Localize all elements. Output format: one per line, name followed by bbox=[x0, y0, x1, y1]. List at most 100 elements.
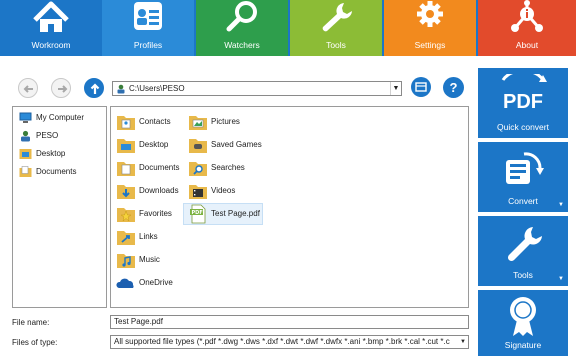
forward-button[interactable] bbox=[51, 78, 71, 98]
arrow-up-icon bbox=[90, 83, 100, 94]
tab-profiles[interactable]: Profiles bbox=[102, 0, 194, 56]
file-item-test-page-pdf[interactable]: PDF Test Page.pdf bbox=[183, 203, 263, 225]
file-item-label: Desktop bbox=[139, 140, 169, 149]
question-mark-icon: ? bbox=[449, 80, 458, 95]
caret-down-icon: ▼ bbox=[558, 202, 564, 208]
file-item-pictures[interactable]: Pictures bbox=[188, 112, 264, 132]
tab-workroom[interactable]: Workroom bbox=[0, 0, 102, 56]
saved-games-folder-icon bbox=[189, 139, 207, 153]
ribbon-badge-icon bbox=[510, 297, 536, 336]
contacts-folder-icon bbox=[117, 116, 135, 130]
tab-profiles-label: Profiles bbox=[133, 40, 163, 50]
path-value: C:\Users\PESO bbox=[129, 84, 185, 93]
file-type-select[interactable]: All supported file types (*.pdf *.dwg *.… bbox=[110, 335, 469, 349]
tab-settings[interactable]: Settings bbox=[384, 0, 476, 56]
user-folder-icon bbox=[117, 84, 125, 94]
favorites-folder-icon bbox=[117, 208, 135, 222]
documents-folder-icon bbox=[117, 162, 135, 176]
quick-convert-label: Quick convert bbox=[497, 122, 549, 132]
wrench-icon bbox=[322, 3, 352, 32]
file-item-label: OneDrive bbox=[139, 278, 173, 287]
searches-folder-icon bbox=[189, 162, 207, 176]
convert-icon bbox=[506, 152, 544, 184]
convert-label: Convert bbox=[508, 196, 538, 206]
tab-watchers[interactable]: Watchers bbox=[196, 0, 288, 56]
user-folder-icon bbox=[21, 130, 30, 142]
tab-tools[interactable]: Tools bbox=[290, 0, 382, 56]
chevron-down-icon: ▼ bbox=[458, 336, 468, 348]
home-icon bbox=[33, 1, 69, 32]
file-item-saved-games[interactable]: Saved Games bbox=[188, 135, 268, 155]
file-name-value: Test Page.pdf bbox=[114, 317, 163, 326]
links-folder-icon bbox=[117, 231, 135, 245]
pdf-icon: PDF bbox=[501, 74, 547, 113]
file-item-label: Links bbox=[139, 232, 158, 241]
file-item-label: Documents bbox=[139, 163, 180, 172]
file-item-downloads[interactable]: Downloads bbox=[116, 181, 188, 201]
tab-workroom-label: Workroom bbox=[31, 40, 71, 50]
file-item-label: Saved Games bbox=[211, 140, 262, 149]
view-mode-button[interactable] bbox=[411, 77, 431, 97]
file-item-label: Videos bbox=[211, 186, 236, 195]
signature-label: Signature bbox=[504, 340, 542, 350]
file-type-value: All supported file types (*.pdf *.dwg *.… bbox=[114, 337, 450, 346]
desktop-folder-icon bbox=[19, 149, 32, 159]
svg-text:PDF: PDF bbox=[503, 91, 543, 113]
file-item-desktop[interactable]: Desktop bbox=[116, 135, 188, 155]
pdf-file-icon: PDF bbox=[190, 204, 206, 224]
tools-label: Tools bbox=[513, 270, 533, 280]
file-item-label: Contacts bbox=[139, 117, 171, 126]
quick-convert-button[interactable]: PDF Quick convert bbox=[478, 68, 568, 138]
path-combobox[interactable]: C:\Users\PESO ▼ bbox=[112, 81, 402, 96]
pictures-folder-icon bbox=[189, 116, 207, 130]
tree-item-label: Desktop bbox=[36, 149, 66, 158]
file-item-onedrive[interactable]: OneDrive bbox=[116, 273, 188, 293]
help-button[interactable]: ? bbox=[443, 77, 464, 98]
file-item-documents[interactable]: Documents bbox=[116, 158, 188, 178]
tree-item-label: Documents bbox=[36, 167, 77, 176]
videos-folder-icon bbox=[189, 185, 207, 199]
music-folder-icon bbox=[117, 254, 135, 268]
magnifier-icon bbox=[226, 1, 257, 32]
file-item-label: Pictures bbox=[211, 117, 240, 126]
signature-button[interactable]: Signature bbox=[478, 290, 568, 356]
file-item-label: Music bbox=[139, 255, 160, 264]
file-item-label: Favorites bbox=[139, 209, 172, 218]
tree-item-label: My Computer bbox=[36, 113, 85, 122]
tab-tools-label: Tools bbox=[326, 40, 346, 50]
file-item-contacts[interactable]: Contacts bbox=[116, 112, 188, 132]
documents-folder-icon bbox=[19, 166, 32, 177]
file-name-input[interactable]: Test Page.pdf bbox=[110, 315, 469, 329]
folder-tree: My Computer PESO Desktop Documents bbox=[12, 106, 107, 308]
file-item-links[interactable]: Links bbox=[116, 227, 188, 247]
gear-icon bbox=[417, 1, 443, 27]
chevron-down-icon[interactable]: ▼ bbox=[390, 82, 401, 95]
caret-down-icon: ▼ bbox=[558, 276, 564, 282]
tab-about-label: About bbox=[515, 40, 539, 50]
file-item-videos[interactable]: Videos bbox=[188, 181, 264, 201]
tab-about[interactable]: About bbox=[478, 0, 576, 56]
arrow-right-icon bbox=[58, 85, 68, 93]
tools-button[interactable]: Tools ▼ bbox=[478, 216, 568, 286]
info-network-icon bbox=[511, 0, 543, 32]
file-list: Contacts Desktop Documents Downloads Fav… bbox=[110, 106, 469, 308]
top-tab-bar: Workroom Profiles Watchers Tools Setting… bbox=[0, 0, 576, 56]
onedrive-icon bbox=[116, 278, 134, 288]
convert-button[interactable]: Convert ▼ bbox=[478, 142, 568, 212]
desktop-folder-icon bbox=[117, 139, 135, 153]
file-item-music[interactable]: Music bbox=[116, 250, 188, 270]
file-item-label: Downloads bbox=[139, 186, 179, 195]
back-button[interactable] bbox=[18, 78, 38, 98]
downloads-folder-icon bbox=[117, 185, 135, 199]
file-type-label: Files of type: bbox=[12, 338, 58, 347]
up-folder-button[interactable] bbox=[84, 78, 104, 98]
profile-card-icon bbox=[134, 2, 162, 30]
arrow-left-icon bbox=[23, 85, 33, 93]
file-item-favorites[interactable]: Favorites bbox=[116, 204, 188, 224]
wrench-icon bbox=[507, 227, 542, 262]
view-list-icon bbox=[415, 82, 427, 92]
file-item-searches[interactable]: Searches bbox=[188, 158, 264, 178]
computer-icon bbox=[19, 112, 32, 123]
tab-settings-label: Settings bbox=[414, 40, 446, 50]
file-name-label: File name: bbox=[12, 318, 50, 327]
